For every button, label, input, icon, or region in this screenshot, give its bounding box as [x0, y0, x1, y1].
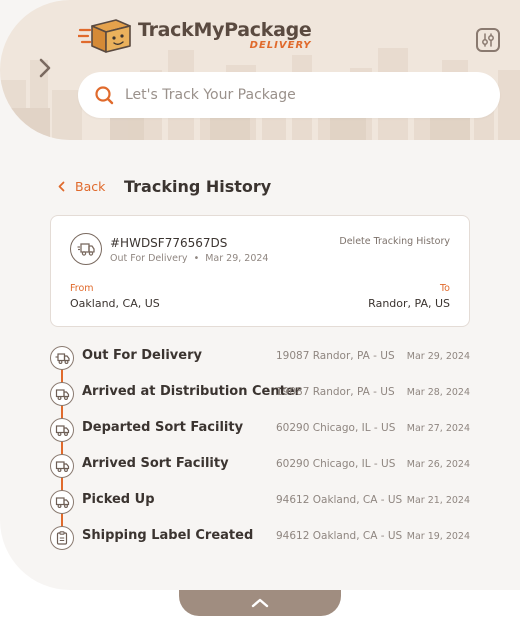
expand-up-button[interactable]	[179, 590, 341, 616]
search-bar[interactable]	[78, 72, 500, 118]
timeline-event[interactable]: Departed Sort Facility 60290 Chicago, IL…	[50, 418, 470, 444]
tracking-number: #HWDSF776567DS	[110, 236, 228, 250]
brand-subtitle: DELIVERY	[249, 40, 312, 51]
event-location: 94612 Oakland, CA - US	[276, 530, 403, 542]
event-title: Out For Delivery	[82, 348, 202, 363]
timeline-event[interactable]: Picked Up 94612 Oakland, CA - US Mar 21,…	[50, 490, 470, 516]
timeline-event[interactable]: Shipping Label Created 94612 Oakland, CA…	[50, 526, 470, 552]
back-label: Back	[75, 179, 106, 194]
side-expand-button[interactable]	[34, 54, 56, 82]
chevron-right-icon	[39, 58, 51, 78]
delivery-truck-icon	[77, 243, 95, 256]
event-title: Arrived Sort Facility	[82, 456, 229, 471]
tracking-summary-card: #HWDSF776567DS Out For Delivery • Mar 29…	[50, 215, 470, 327]
to-value: Randor, PA, US	[368, 297, 450, 310]
truck-icon	[50, 382, 74, 406]
from-value: Oakland, CA, US	[70, 297, 160, 310]
event-location: 94612 Oakland, CA - US	[276, 494, 403, 506]
package-mascot-icon	[78, 19, 131, 53]
timeline-event[interactable]: Arrived Sort Facility 60290 Chicago, IL …	[50, 454, 470, 480]
delivery-truck-badge	[70, 233, 102, 265]
app-panel: TrackMyPackage DELIVERY Back Trackin	[0, 0, 520, 590]
to-label: To	[439, 283, 450, 294]
header: TrackMyPackage DELIVERY	[0, 0, 520, 140]
event-location: 60290 Chicago, IL - US	[276, 422, 396, 434]
delivery-truck-icon	[50, 346, 74, 370]
event-date: Mar 26, 2024	[406, 459, 470, 470]
tracking-status-line: Out For Delivery • Mar 29, 2024	[110, 253, 268, 264]
page-title: Tracking History	[124, 177, 272, 196]
event-location: 19087 Randor, PA - US	[276, 386, 395, 398]
meta-separator: •	[193, 253, 200, 264]
chevron-up-icon	[251, 598, 269, 608]
event-date: Mar 28, 2024	[406, 387, 470, 398]
event-date: Mar 27, 2024	[406, 423, 470, 434]
clipboard-icon	[50, 526, 74, 550]
event-date: Mar 19, 2024	[406, 531, 470, 542]
search-icon	[95, 86, 114, 105]
tracking-date: Mar 29, 2024	[205, 253, 269, 264]
timeline-event[interactable]: Arrived at Distribution Center 19087 Ran…	[50, 382, 470, 408]
brand-logo[interactable]: TrackMyPackage DELIVERY	[78, 16, 312, 56]
from-label: From	[70, 283, 94, 294]
filter-settings-button[interactable]	[476, 28, 500, 52]
search-input[interactable]	[125, 87, 465, 103]
sliders-icon	[482, 33, 494, 47]
event-title: Picked Up	[82, 492, 155, 507]
timeline-event[interactable]: Out For Delivery 19087 Randor, PA - US M…	[50, 346, 470, 372]
event-location: 19087 Randor, PA - US	[276, 350, 395, 362]
event-location: 60290 Chicago, IL - US	[276, 458, 396, 470]
tracking-status: Out For Delivery	[110, 253, 188, 264]
truck-icon	[50, 454, 74, 478]
event-date: Mar 29, 2024	[406, 351, 470, 362]
truck-icon	[50, 490, 74, 514]
truck-icon	[50, 418, 74, 442]
event-title: Departed Sort Facility	[82, 420, 244, 435]
event-title: Shipping Label Created	[82, 528, 254, 543]
event-title: Arrived at Distribution Center	[82, 384, 302, 399]
event-date: Mar 21, 2024	[406, 495, 470, 506]
brand-title: TrackMyPackage	[138, 19, 312, 41]
delete-tracking-history-button[interactable]: Delete Tracking History	[339, 236, 450, 247]
back-button[interactable]: Back	[58, 179, 105, 194]
chevron-left-icon	[58, 181, 65, 192]
